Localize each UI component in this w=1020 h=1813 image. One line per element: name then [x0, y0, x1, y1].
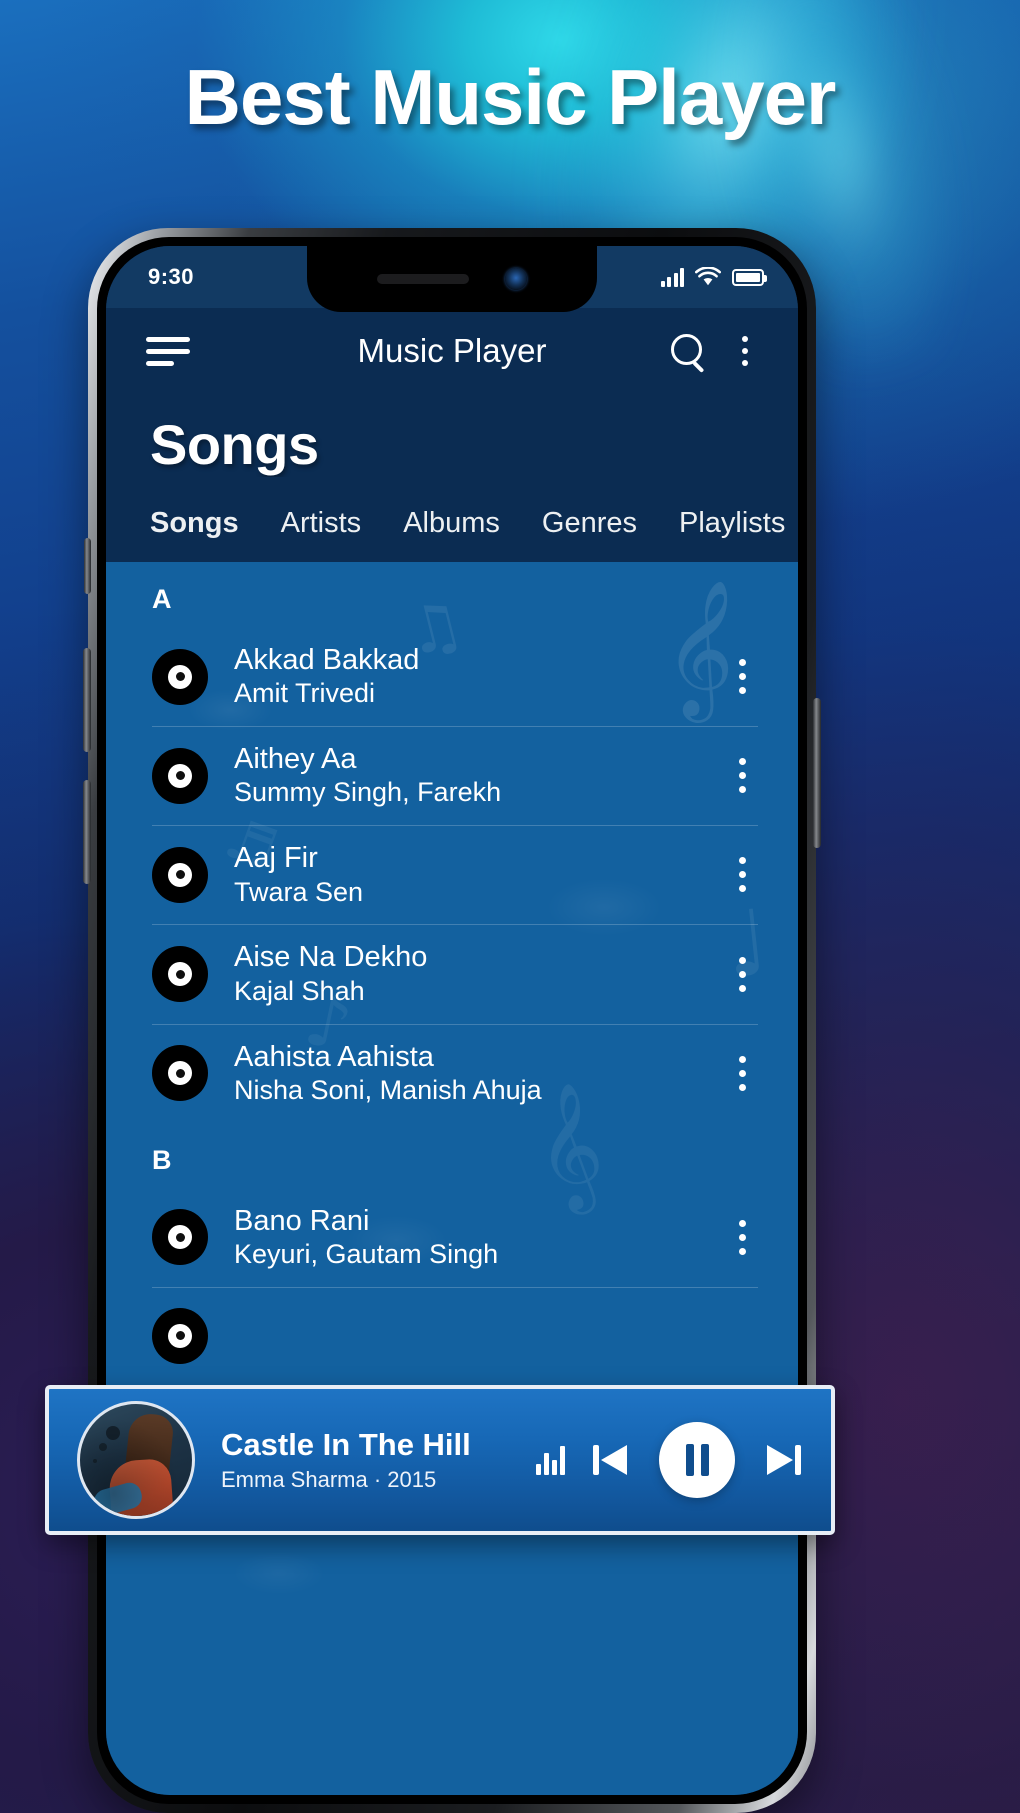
player-controls	[534, 1422, 801, 1498]
tab-genres[interactable]: Genres	[542, 507, 637, 540]
song-meta: Aahista Aahista Nisha Soni, Manish Ahuja	[234, 1040, 727, 1107]
table-row[interactable]: Aithey Aa Summy Singh, Farekh	[106, 726, 798, 825]
section-header-a: A	[152, 584, 172, 614]
song-meta: Aaj Fir Twara Sen	[234, 841, 727, 908]
now-playing-meta: Castle In The Hill Emma Sharma · 2015	[221, 1427, 534, 1493]
song-title: Akkad Bakkad	[234, 644, 420, 676]
section-header-b: B	[152, 1144, 172, 1175]
song-artist: Kajal Shah	[234, 975, 365, 1006]
more-vertical-icon[interactable]	[727, 752, 758, 799]
hamburger-menu-icon[interactable]	[146, 336, 190, 366]
song-artist: Summy Singh, Farekh	[234, 777, 502, 808]
now-playing-subtitle: Emma Sharma · 2015	[221, 1466, 437, 1492]
song-title: Aise Na Dekho	[234, 941, 428, 974]
vinyl-record-icon	[152, 1307, 208, 1364]
song-meta: Bano Rani Keyuri, Gautam Singh	[234, 1204, 727, 1271]
table-row[interactable]	[106, 1286, 798, 1385]
phone-screen: 9:30 Music Player Songs Songs Artists Al…	[106, 246, 798, 1795]
more-vertical-icon[interactable]	[727, 851, 758, 898]
status-bar: 9:30	[106, 246, 798, 312]
vinyl-record-icon	[152, 747, 208, 804]
status-icons	[660, 267, 767, 287]
song-meta: Akkad Bakkad Amit Trivedi	[234, 643, 727, 710]
vinyl-record-icon	[152, 1045, 208, 1102]
more-vertical-icon[interactable]	[727, 653, 758, 700]
avatar	[77, 1401, 195, 1519]
status-time: 9:30	[148, 264, 195, 289]
page-header: Songs	[106, 394, 798, 477]
phone-volume-up-button	[83, 648, 91, 752]
phone-power-button	[813, 698, 821, 848]
table-row[interactable]: Bano Rani Keyuri, Gautam Singh	[106, 1188, 798, 1287]
more-vertical-icon[interactable]	[727, 1214, 758, 1261]
now-playing-bar[interactable]: Castle In The Hill Emma Sharma · 2015	[45, 1385, 835, 1535]
tab-artists[interactable]: Artists	[281, 507, 362, 540]
tab-albums[interactable]: Albums	[403, 507, 500, 540]
song-title: Aahista Aahista	[234, 1040, 434, 1073]
song-artist: Keyuri, Gautam Singh	[234, 1239, 499, 1269]
tab-songs[interactable]: Songs	[150, 507, 239, 540]
tab-bar: Songs Artists Albums Genres Playlists	[106, 477, 798, 562]
vinyl-record-icon	[152, 648, 208, 705]
search-icon[interactable]	[670, 333, 706, 369]
more-vertical-icon[interactable]	[727, 951, 758, 998]
tab-playlists[interactable]: Playlists	[679, 507, 785, 540]
vinyl-record-icon	[152, 846, 208, 903]
signal-bars-icon	[660, 267, 684, 287]
song-meta: Aithey Aa Summy Singh, Farekh	[234, 742, 727, 809]
song-title: Aithey Aa	[234, 743, 357, 776]
page-title: Songs	[150, 413, 319, 476]
song-artist: Twara Sen	[234, 876, 364, 907]
app-bar-actions	[670, 332, 758, 370]
more-vertical-icon[interactable]	[732, 332, 758, 370]
promo-headline: Best Music Player	[184, 53, 837, 141]
front-camera	[505, 268, 527, 290]
phone-bezel: 9:30 Music Player Songs Songs Artists Al…	[97, 237, 807, 1804]
song-artist: Amit Trivedi	[234, 678, 376, 709]
more-vertical-icon[interactable]	[727, 1050, 758, 1097]
promo-graphic: Best Music Player 9:30 Music Player Song…	[0, 0, 1020, 1813]
skip-previous-icon[interactable]	[593, 1440, 633, 1480]
wifi-icon	[695, 267, 721, 286]
song-title: Aaj Fir	[234, 842, 318, 875]
battery-full-icon	[732, 268, 767, 286]
song-title: Bano Rani	[234, 1204, 370, 1237]
table-row[interactable]: Aaj Fir Twara Sen	[106, 825, 798, 924]
phone-mockup: 9:30 Music Player Songs Songs Artists Al…	[83, 228, 821, 1813]
table-row[interactable]: Akkad Bakkad Amit Trivedi	[106, 627, 798, 726]
earpiece-speaker	[377, 274, 469, 284]
now-playing-title: Castle In The Hill	[221, 1427, 471, 1463]
song-meta: Aise Na Dekho Kajal Shah	[234, 940, 727, 1007]
table-row[interactable]: Aahista Aahista Nisha Soni, Manish Ahuja	[106, 1023, 798, 1123]
song-list[interactable]: 𝄞 ♫ ♩ ♪ 𝄞 ♬ ♫ A Akkad Bakkad Amit Trived…	[106, 562, 798, 1795]
pause-icon[interactable]	[659, 1422, 735, 1498]
phone-volume-down-button	[83, 780, 91, 884]
phone-mute-switch	[84, 538, 91, 594]
table-row[interactable]: Aise Na Dekho Kajal Shah	[106, 924, 798, 1023]
phone-notch	[307, 246, 597, 312]
skip-next-icon[interactable]	[761, 1440, 801, 1480]
equalizer-icon[interactable]	[534, 1445, 567, 1475]
vinyl-record-icon	[152, 1209, 208, 1266]
app-bar: Music Player	[106, 308, 798, 394]
song-artist: Nisha Soni, Manish Ahuja	[234, 1074, 542, 1105]
vinyl-record-icon	[152, 946, 208, 1003]
